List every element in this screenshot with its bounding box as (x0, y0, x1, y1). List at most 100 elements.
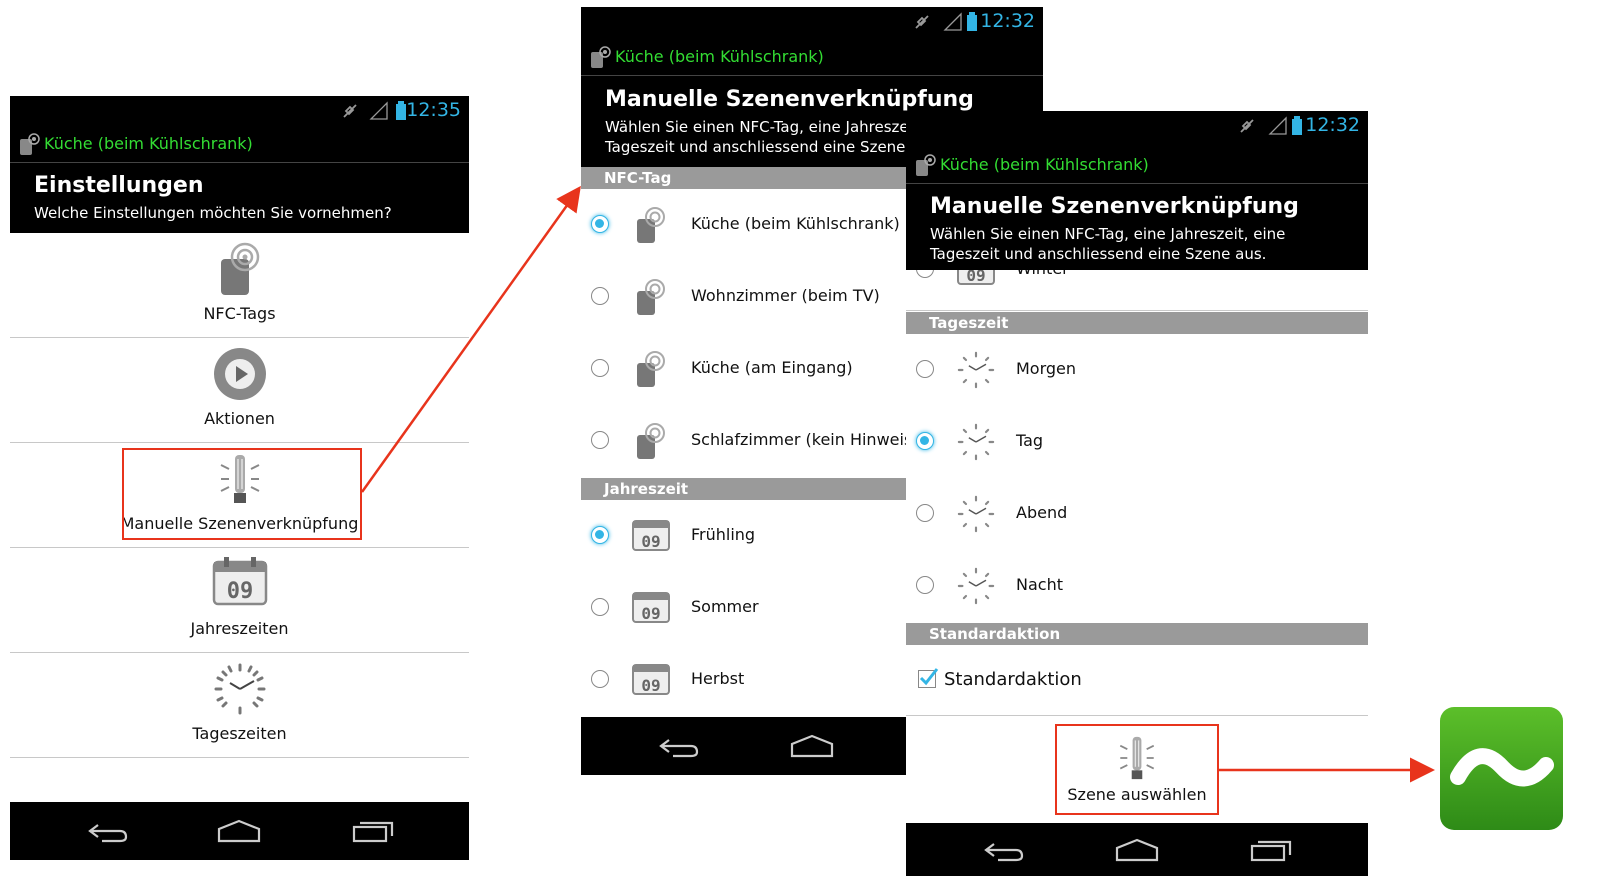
list-item-partial[interactable]: 09 Winter (906, 270, 1368, 311)
radio-button[interactable] (591, 598, 609, 616)
home-icon[interactable] (216, 819, 262, 843)
list-item[interactable]: Morgen (906, 334, 1368, 406)
app-bar: Küche (beim Kühlschrank) (581, 39, 1043, 76)
app-bar: Küche (beim Kühlschrank) (10, 126, 469, 163)
list-item-label: Frühling (691, 525, 756, 544)
calendar-icon: 09 (632, 520, 670, 551)
page-title: Manuelle Szenenverknüpfung (930, 194, 1299, 219)
back-icon[interactable] (84, 819, 128, 843)
app-name: Küche (beim Kühlschrank) (940, 155, 1149, 174)
radio-button[interactable] (916, 360, 934, 378)
radio-button[interactable] (916, 504, 934, 522)
nfc-tag-icon (637, 207, 665, 243)
calendar-icon: 09 (632, 592, 670, 623)
list-item[interactable]: Nacht (906, 550, 1368, 622)
clock-icon (957, 495, 995, 533)
section-header-tageszeit: Tageszeit (906, 312, 1368, 334)
list-item-label: Wohnzimmer (beim TV) (691, 286, 880, 305)
list-item-label: Nacht (1016, 575, 1063, 594)
default-action-row[interactable]: Standardaktion (906, 645, 1368, 716)
highlight-box (1055, 724, 1219, 815)
menu-item-aktionen[interactable]: Aktionen (10, 338, 469, 443)
clock-icon (214, 663, 265, 715)
app-name: Küche (beim Kühlschrank) (615, 47, 824, 66)
menu-item-nfc-tags[interactable]: NFC-Tags (10, 233, 469, 338)
radio-button[interactable] (591, 526, 609, 544)
radio-button[interactable] (591, 215, 609, 233)
status-bar: 12:32 (581, 7, 1043, 37)
status-bar: 12:32 (906, 111, 1368, 141)
signal-icon (943, 12, 962, 31)
svg-text:09: 09 (641, 604, 660, 623)
nav-bar (10, 802, 469, 860)
clock-time: 12:32 (1305, 114, 1360, 136)
svg-text:09: 09 (966, 270, 985, 285)
list-item-label: Küche (am Eingang) (691, 358, 853, 377)
mute-icon (1240, 119, 1254, 133)
battery-icon (967, 12, 977, 31)
radio-button[interactable] (591, 287, 609, 305)
svg-text:09: 09 (641, 532, 660, 551)
radio-button[interactable] (916, 576, 934, 594)
menu-item-label: NFC-Tags (203, 304, 276, 323)
clock-icon (957, 423, 995, 461)
page-title: Einstellungen (34, 173, 204, 198)
clock-time: 12:35 (406, 99, 461, 121)
list-item-label: Herbst (691, 669, 745, 688)
list-item[interactable]: Tag (906, 406, 1368, 478)
menu-item-label: Jahreszeiten (190, 619, 289, 638)
page-header: Einstellungen Welche Einstellungen möcht… (10, 163, 469, 233)
battery-icon (396, 101, 406, 120)
calendar-icon: 09 (212, 557, 267, 606)
status-bar: 12:35 (10, 96, 469, 126)
home-icon[interactable] (789, 734, 835, 758)
signal-icon (1268, 116, 1287, 135)
section-header-standardaktion: Standardaktion (906, 623, 1368, 645)
menu-item-jahreszeiten[interactable]: 09 Jahreszeiten (10, 548, 469, 653)
svg-text:09: 09 (226, 579, 253, 604)
back-icon[interactable] (655, 734, 699, 758)
mute-icon (343, 104, 357, 118)
default-action-checkbox[interactable] (918, 668, 939, 688)
radio-button[interactable] (591, 670, 609, 688)
nfc-tag-icon (916, 154, 936, 176)
list-item-label: Tag (1016, 431, 1044, 450)
nfc-tag-icon (637, 351, 665, 387)
app-bar: Küche (beim Kühlschrank) (906, 147, 1368, 184)
list-item-label: Schlafzimmer (kein Hinweis) (691, 430, 919, 449)
list-item[interactable]: Abend (906, 478, 1368, 550)
page-header: Manuelle Szenenverknüpfung Wählen Sie ei… (906, 184, 1368, 270)
recent-apps-icon[interactable] (352, 819, 396, 843)
radio-button[interactable] (916, 270, 934, 278)
nfc-tag-icon (20, 133, 40, 155)
subtitle-line-1: Wählen Sie einen NFC-Tag, eine Jahreszei… (930, 225, 1286, 243)
list-item-label: Morgen (1016, 359, 1077, 378)
home-icon[interactable] (1114, 838, 1160, 862)
page-title: Manuelle Szenenverknüpfung (605, 87, 974, 112)
play-icon (213, 348, 266, 400)
back-icon[interactable] (980, 838, 1024, 862)
list-item-label: Küche (beim Kühlschrank) (691, 214, 900, 233)
signal-icon (369, 101, 388, 120)
app-logo-icon (1440, 707, 1563, 830)
clock-icon (957, 351, 995, 389)
app-name: Küche (beim Kühlschrank) (44, 134, 253, 153)
mute-icon (915, 15, 929, 29)
radio-button[interactable] (591, 359, 609, 377)
radio-button[interactable] (916, 432, 934, 450)
menu-item-label: Aktionen (204, 409, 275, 428)
svg-text:09: 09 (641, 676, 660, 695)
list-item-label: Abend (1016, 503, 1068, 522)
radio-button[interactable] (591, 431, 609, 449)
checkmark-icon (919, 668, 939, 686)
highlight-box (122, 448, 362, 540)
battery-icon (1292, 116, 1302, 135)
menu-item-tageszeiten[interactable]: Tageszeiten (10, 653, 469, 758)
menu-item-label: Tageszeiten (192, 724, 287, 743)
calendar-icon: 09 (957, 270, 995, 285)
subtitle-line-2: Tageszeit und anschliessend eine Szene a… (605, 138, 942, 156)
calendar-icon: 09 (632, 664, 670, 695)
recent-apps-icon[interactable] (1250, 838, 1294, 862)
nav-bar (906, 823, 1368, 876)
page-subtitle: Wählen Sie einen NFC-Tag, eine Jahreszei… (930, 224, 1285, 264)
